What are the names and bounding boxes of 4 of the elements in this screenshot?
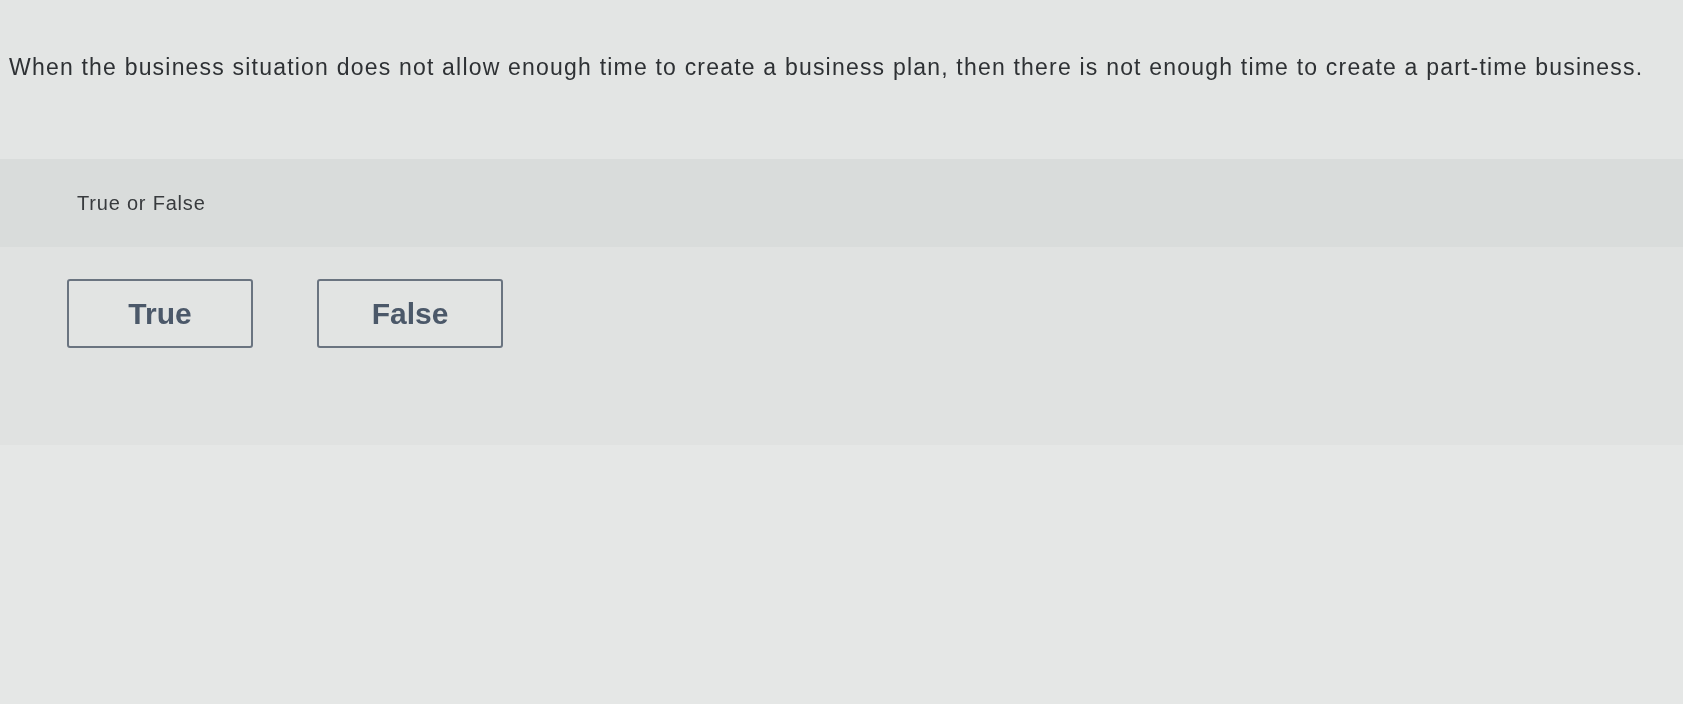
answer-choice-button[interactable]: True <box>67 279 253 348</box>
question-text: When the business situation does not allow enough time to create a business plan, then there is not enough time to create a part-time business. <box>9 53 1644 82</box>
answer-choice-button[interactable]: False <box>317 279 503 348</box>
prompt-text: True or False <box>77 191 206 216</box>
